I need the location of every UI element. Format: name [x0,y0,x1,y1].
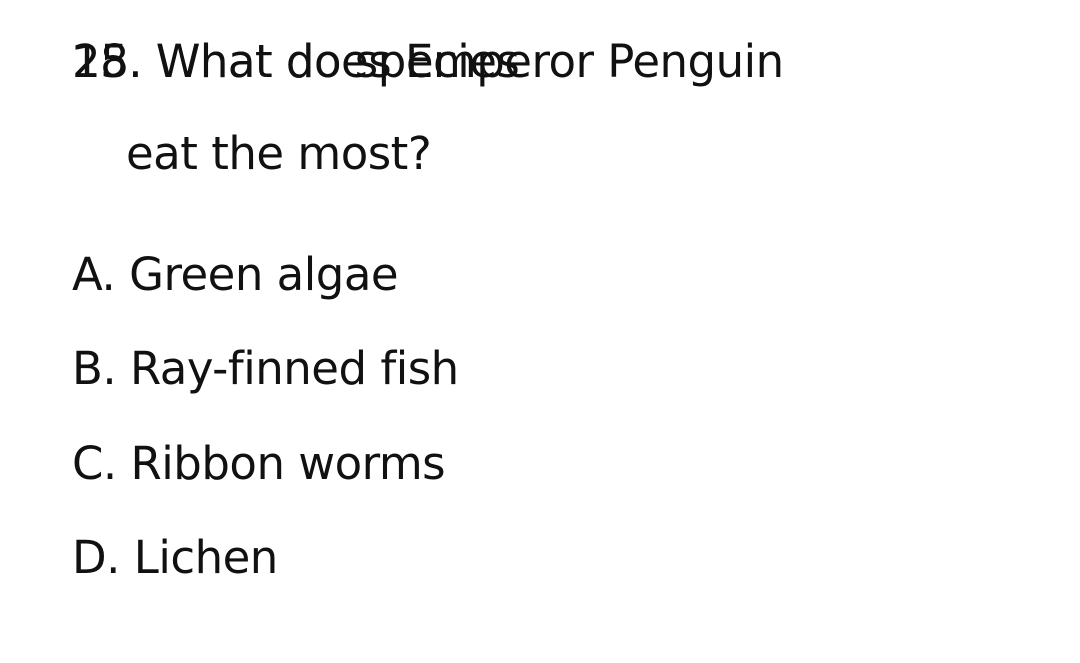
option-b[interactable]: B. Ray-finned fish [72,341,459,397]
question-text-line-2: eat the most? [126,127,432,180]
option-a[interactable]: A. Green algae [72,247,399,303]
option-d[interactable]: D. Lichen [72,530,278,586]
option-c[interactable]: C. Ribbon worms [72,436,446,492]
question-text-overlap-line: 15. What do species [72,35,520,88]
